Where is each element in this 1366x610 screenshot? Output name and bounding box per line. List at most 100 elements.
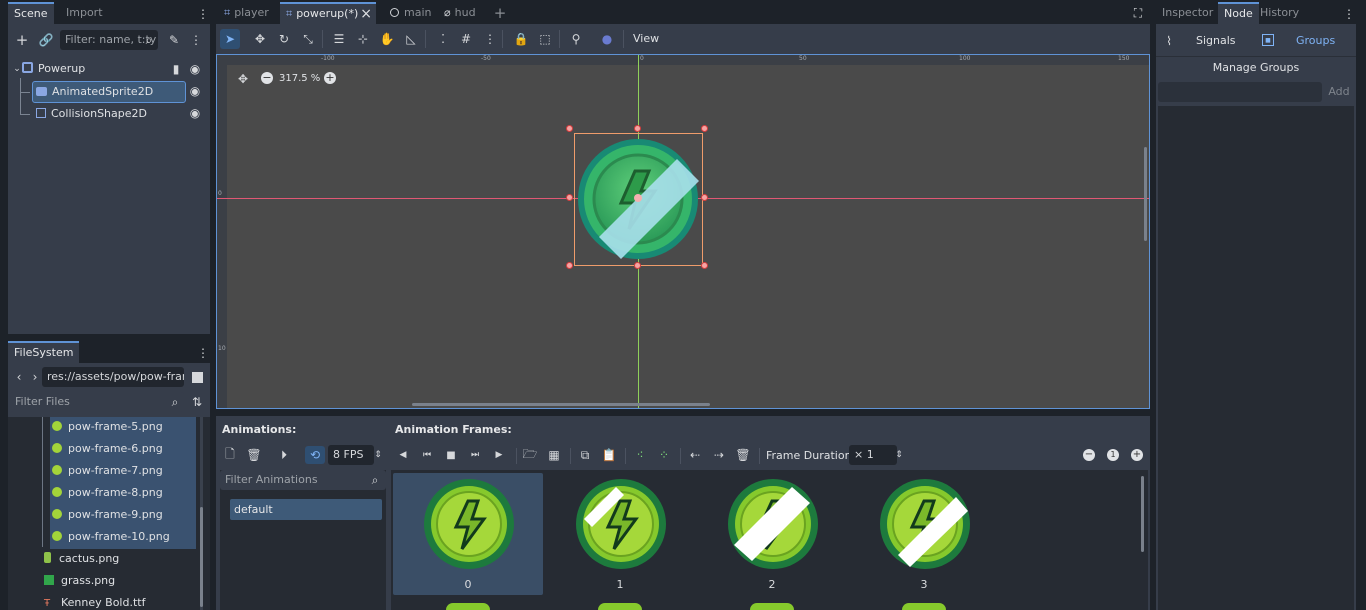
play-start-icon[interactable]: ⏭ bbox=[468, 447, 482, 463]
visibility-eye-icon[interactable]: ◉ bbox=[188, 62, 202, 76]
tab-main[interactable]: main bbox=[384, 2, 437, 24]
spinbox-arrows-icon[interactable]: ⇕ bbox=[894, 447, 904, 463]
filter-files-input[interactable]: Filter Files bbox=[10, 392, 184, 412]
file-item[interactable]: pow-frame-10.png bbox=[52, 527, 170, 547]
delete-animation-icon[interactable]: 🗑 bbox=[246, 447, 262, 463]
skeleton-options-icon[interactable]: ● bbox=[597, 29, 617, 49]
back-arrow-icon[interactable]: ‹ bbox=[12, 369, 26, 385]
frame-thumb[interactable]: 2 bbox=[697, 473, 847, 595]
tab-scene[interactable]: Scene bbox=[8, 2, 54, 24]
insert-before-icon[interactable]: ⁖ bbox=[632, 447, 648, 463]
signals-tab[interactable]: Signals bbox=[1196, 34, 1236, 47]
frame-duration-input[interactable]: × 1 bbox=[849, 445, 897, 465]
zoom-in-icon[interactable]: + bbox=[324, 72, 336, 84]
move-left-icon[interactable]: ⇠ bbox=[687, 447, 703, 463]
copy-icon[interactable]: ⧉ bbox=[577, 447, 593, 463]
path-input[interactable]: res://assets/pow/pow-frame- bbox=[42, 367, 184, 387]
center-view-icon[interactable]: ✥ bbox=[235, 71, 251, 87]
frame-thumb[interactable]: 1 bbox=[545, 473, 695, 595]
file-item[interactable]: pow-frame-9.png bbox=[52, 505, 163, 525]
autoplay-icon[interactable]: ⏵ bbox=[276, 447, 292, 463]
tree-node-powerup[interactable]: Powerup bbox=[22, 59, 85, 79]
sort-icon[interactable]: ⇅ bbox=[190, 394, 204, 410]
insert-after-icon[interactable]: ⁘ bbox=[656, 447, 672, 463]
zoom-out-icon[interactable]: − bbox=[261, 72, 273, 84]
stop-icon[interactable]: ■ bbox=[444, 447, 458, 463]
snap-options-icon[interactable]: ⋮ bbox=[480, 29, 500, 49]
list-select-icon[interactable]: ☰ bbox=[329, 29, 349, 49]
link-icon[interactable]: 🔗 bbox=[38, 32, 54, 48]
add-node-icon[interactable]: + bbox=[14, 31, 30, 49]
canvas-viewport[interactable]: -100 -50 0 50 100 150 0 10 ✥ − 317.5 % + bbox=[216, 54, 1150, 409]
tab-player[interactable]: ⌗ player bbox=[218, 2, 275, 24]
collapse-arrow-icon[interactable]: ⌄ bbox=[12, 62, 22, 76]
dock-menu-icon[interactable]: ⋮ bbox=[197, 6, 209, 22]
frame-thumb[interactable]: 0 bbox=[393, 473, 543, 595]
resize-handle[interactable] bbox=[566, 262, 573, 269]
group-icon[interactable]: ⬚ bbox=[535, 29, 555, 49]
resize-handle[interactable] bbox=[634, 262, 641, 269]
resize-handle[interactable] bbox=[634, 125, 641, 132]
add-group-button[interactable]: Add bbox=[1324, 82, 1354, 102]
paste-icon[interactable]: 📋 bbox=[601, 447, 617, 463]
delete-frame-icon[interactable]: 🗑 bbox=[735, 447, 751, 463]
filter-animations-input[interactable]: Filter Animations bbox=[220, 470, 386, 490]
tree-node-animatedsprite2d[interactable]: AnimatedSprite2D bbox=[32, 81, 186, 103]
file-item[interactable]: pow-frame-5.png bbox=[52, 417, 163, 437]
dock-menu-icon[interactable]: ⋮ bbox=[197, 345, 209, 361]
resize-handle[interactable] bbox=[701, 262, 708, 269]
tab-history[interactable]: History bbox=[1254, 2, 1305, 24]
tab-node[interactable]: Node bbox=[1218, 2, 1259, 24]
spinbox-arrows-icon[interactable]: ⇕ bbox=[373, 447, 383, 463]
script-icon[interactable]: ✎ bbox=[166, 32, 182, 48]
tab-import[interactable]: Import bbox=[60, 2, 109, 24]
pan-tool-icon[interactable]: ✋ bbox=[377, 29, 397, 49]
new-animation-icon[interactable]: 🗋 bbox=[222, 447, 238, 463]
visibility-eye-icon[interactable]: ◉ bbox=[188, 84, 202, 98]
add-tab-icon[interactable]: + bbox=[492, 4, 508, 22]
grid-snap-icon[interactable]: # bbox=[456, 29, 476, 49]
split-view-icon[interactable] bbox=[190, 369, 204, 385]
frame-thumb-partial[interactable] bbox=[902, 603, 946, 610]
resize-handle[interactable] bbox=[566, 125, 573, 132]
frames-scrollbar[interactable] bbox=[1141, 476, 1144, 552]
pivot-tool-icon[interactable]: ⊹ bbox=[353, 29, 373, 49]
tab-hud[interactable]: ⌀ hud bbox=[438, 2, 482, 24]
file-item[interactable]: pow-frame-7.png bbox=[52, 461, 163, 481]
resize-handle[interactable] bbox=[566, 194, 573, 201]
tab-filesystem[interactable]: FileSystem bbox=[8, 341, 80, 363]
file-item[interactable]: grass.png bbox=[44, 571, 115, 591]
select-tool-icon[interactable]: ➤ bbox=[220, 29, 240, 49]
script-badge-icon[interactable]: ▮ bbox=[170, 62, 182, 76]
horizontal-scrollbar[interactable] bbox=[412, 403, 710, 406]
scale-tool-icon[interactable]: ⤡ bbox=[298, 29, 318, 49]
lock-icon[interactable]: 🔒 bbox=[511, 29, 531, 49]
resize-handle[interactable] bbox=[701, 194, 708, 201]
tab-inspector[interactable]: Inspector bbox=[1156, 2, 1219, 24]
frame-thumb-partial[interactable] bbox=[598, 603, 642, 610]
group-name-input[interactable] bbox=[1158, 82, 1322, 102]
fps-spinbox[interactable]: 8 FPS bbox=[328, 445, 374, 465]
tree-node-collisionshape2d[interactable]: CollisionShape2D bbox=[36, 104, 147, 124]
file-item[interactable]: pow-frame-6.png bbox=[52, 439, 163, 459]
menu-icon[interactable]: ⋮ bbox=[190, 32, 202, 48]
rotate-tool-icon[interactable]: ↻ bbox=[274, 29, 294, 49]
load-file-icon[interactable]: 🗁 bbox=[522, 447, 538, 463]
smart-snap-icon[interactable]: ⁚ bbox=[433, 29, 453, 49]
tab-powerup[interactable]: ⌗ powerup(*) × bbox=[280, 2, 376, 24]
frame-thumb[interactable]: 3 bbox=[849, 473, 999, 595]
resize-handle[interactable] bbox=[701, 125, 708, 132]
scrollbar-thumb[interactable] bbox=[200, 507, 203, 607]
zoom-reset-frames-icon[interactable]: 1 bbox=[1107, 449, 1119, 461]
play-icon[interactable]: ▶ bbox=[492, 447, 506, 463]
ruler-tool-icon[interactable]: ◺ bbox=[401, 29, 421, 49]
play-backwards-start-icon[interactable]: ⏮ bbox=[420, 447, 434, 463]
file-item[interactable]: Ŧ Kenney Bold.ttf bbox=[44, 593, 145, 610]
zoom-level[interactable]: 317.5 % bbox=[279, 71, 320, 87]
move-right-icon[interactable]: ⇢ bbox=[711, 447, 727, 463]
animation-item-default[interactable]: default bbox=[230, 499, 382, 520]
sprite-sheet-icon[interactable]: ▦ bbox=[546, 447, 562, 463]
pivot-point[interactable] bbox=[634, 194, 642, 202]
visibility-eye-icon[interactable]: ◉ bbox=[188, 106, 202, 120]
play-backwards-icon[interactable]: ◀ bbox=[396, 447, 410, 463]
